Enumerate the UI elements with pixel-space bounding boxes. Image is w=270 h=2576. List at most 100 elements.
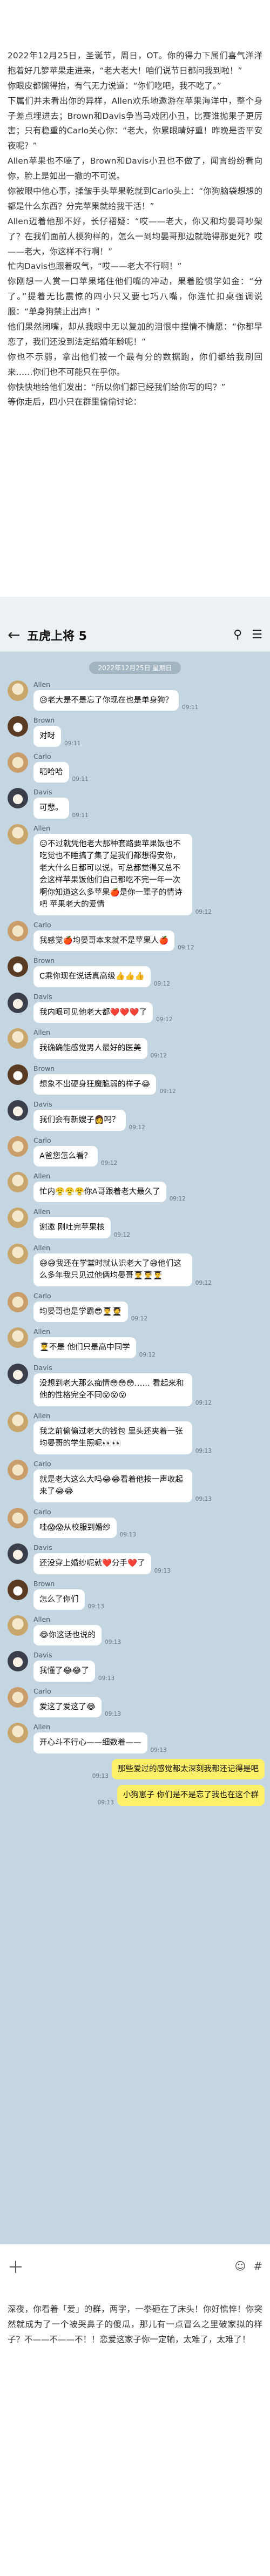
chat-message: Davis 我懂了😂😂了 09:13 (0, 1651, 270, 1682)
chat-message: Davis 我们会有新嫂子👩吗？ 09:12 (0, 1100, 270, 1131)
sender-name: Davis (33, 788, 52, 797)
message-list[interactable]: 2022年12月25日 星期日 Allen 😥老大是不是忘了你现在也是单身狗？ 09… (0, 652, 270, 2240)
emoji-icon[interactable]: ☺ (234, 2260, 246, 2272)
chat-message: Allen 😅😅我还在学堂时就认识老大了😅他们这么多年我只见过他俩均晏哥👨‍🎓👨‍… (0, 1243, 270, 1286)
message-bubble[interactable]: 😂你这话也说的 (33, 1625, 102, 1646)
story-paragraph: 你刚想一人赏一口苹果堵住他们嘴的冲动，果着脸惯学如金：“分了。”提着无比震惊的四… (8, 277, 262, 317)
message-body: Allen 开心斗不行心——细数着—— 09:13 (33, 1723, 167, 1754)
message-time: 09:12 (100, 1159, 118, 1166)
message-bubble[interactable]: 😥老大是不是忘了你现在也是单身狗？ (33, 690, 179, 711)
message-bubble[interactable]: 就是老大这么大吗😂😂看着他按一声收起来了😂😂 (33, 1469, 192, 1502)
search-icon[interactable]: ⚲ (233, 628, 242, 642)
message-bubble[interactable]: 想象不出硬身狂魔脆弱的样子😂 (33, 1074, 157, 1095)
story-paragraph: Allen迈着他那不好，长仔褶疑：“哎——老大，你又和均晏哥吵架了？在我们面前人… (8, 216, 262, 257)
message-bubble[interactable]: C乘你现在说话真高级👍👍👍 (33, 966, 151, 987)
message-body: Davis 可悲。 09:11 (33, 788, 89, 819)
avatar[interactable] (8, 1243, 28, 1264)
message-bubble[interactable]: 哇😱😱从校服到婚纱 (33, 1517, 117, 1539)
message-row: 👨‍🎓不是 他们只是高中同学 09:12 (33, 1337, 156, 1358)
message-bubble[interactable]: 没想到老大那么痴情😳😳😳…… 看起来和他的性格完全不同😵😵😵 (33, 1373, 192, 1406)
avatar[interactable] (8, 1411, 28, 1432)
avatar[interactable] (8, 956, 28, 977)
message-time: 09:11 (64, 740, 81, 747)
hash-icon[interactable]: # (253, 2260, 262, 2272)
chat-message: Carlo 哇😱😱从校服到婚纱 09:13 (0, 1507, 270, 1539)
avatar[interactable] (8, 1459, 28, 1480)
message-bubble[interactable]: 我内眼可见他老大都❤️❤️❤️了 (33, 1002, 153, 1023)
avatar[interactable] (8, 1723, 28, 1744)
message-time: 09:12 (195, 908, 212, 915)
message-body: Davis 还没穿上婚纱呢就❤️分手❤️了 09:13 (33, 1543, 171, 1574)
message-row: 😅😅我还在学堂时就认识老大了😅他们这么多年我只见过他俩均晏哥👨‍🎓👨‍🎓👨‍🎓 0… (33, 1253, 212, 1286)
message-time: 09:11 (182, 704, 199, 711)
avatar[interactable] (8, 1171, 28, 1192)
avatar[interactable] (8, 1291, 28, 1312)
avatar[interactable] (8, 1687, 28, 1708)
message-bubble[interactable]: 怎么了你们 (33, 1589, 85, 1610)
avatar[interactable] (8, 716, 28, 737)
message-bubble[interactable]: 我之前偷偷过老大的钱包 里头还夹着一张均晏哥的学生照呢👀👀 (33, 1421, 192, 1454)
message-bubble[interactable]: 我懂了😂😂了 (33, 1661, 95, 1682)
avatar[interactable] (8, 920, 28, 941)
message-body: Carlo 爱这了爱这了😂 09:13 (33, 1687, 121, 1718)
message-row: A爸您怎么看？ 09:12 (33, 1145, 118, 1166)
avatar[interactable] (8, 1507, 28, 1528)
message-bubble[interactable]: 谢邀 刚吐完苹果核 (33, 1217, 111, 1238)
avatar[interactable] (8, 1208, 28, 1229)
avatar[interactable] (8, 1136, 28, 1157)
message-row: 我内眼可见他老大都❤️❤️❤️了 09:12 (33, 1002, 172, 1023)
message-bubble[interactable]: 我们会有新嫂子👩吗？ (33, 1110, 126, 1131)
plus-icon[interactable]: ＋ (8, 2254, 29, 2278)
sender-name: Carlo (33, 1687, 51, 1695)
message-bubble[interactable]: 😑不过就凭他老大那种套路要苹果饭也不吃觉也不睡搞了集了是我们都想得安你，老大什么… (33, 833, 192, 915)
message-body: Allen 我之前偷偷过老大的钱包 里头还夹着一张均晏哥的学生照呢👀👀 09:13 (33, 1412, 212, 1454)
avatar[interactable] (8, 1100, 28, 1121)
avatar[interactable] (8, 1363, 28, 1384)
avatar[interactable] (8, 1615, 28, 1636)
avatar[interactable] (8, 1579, 28, 1600)
message-bubble[interactable]: 😅😅我还在学堂时就认识老大了😅他们这么多年我只见过他俩均晏哥👨‍🎓👨‍🎓👨‍🎓 (33, 1253, 192, 1286)
avatar[interactable] (8, 1651, 28, 1672)
message-bubble[interactable]: 👨‍🎓不是 他们只是高中同学 (33, 1337, 136, 1358)
avatar[interactable] (8, 752, 28, 773)
message-body: Allen 😅😅我还在学堂时就认识老大了😅他们这么多年我只见过他俩均晏哥👨‍🎓👨‍… (33, 1244, 212, 1286)
message-bubble[interactable]: 那些爱过的感觉都太深刻我都还记得是吧 (112, 1758, 265, 1780)
message-bubble[interactable]: A爸您怎么看？ (33, 1145, 98, 1166)
input-bar: ＋ ☺ # (0, 2244, 270, 2287)
avatar[interactable] (8, 824, 28, 845)
message-row: C乘你现在说话真高级👍👍👍 09:12 (33, 966, 170, 987)
avatar[interactable] (8, 788, 28, 809)
sender-name: Davis (33, 1100, 52, 1109)
message-bubble[interactable]: 呃哈哈 (33, 761, 69, 783)
message-time: 09:13 (104, 1639, 122, 1646)
avatar[interactable] (8, 1327, 28, 1348)
avatar[interactable] (8, 1064, 28, 1085)
message-bubble[interactable]: 我感觉🍎均晏哥本来就不是苹果人🍎 (33, 930, 175, 952)
message-bubble[interactable]: 小狗崽子 你们是不是忘了我也在这个群 (117, 1785, 265, 1806)
story-paragraph: 下属们并未看出你的异样，Allen欢乐地邀游在苹果海洋中，整个身子差点埋进去；B… (8, 96, 262, 151)
message-bubble[interactable]: 忙内😤😤😤你A哥跟着老大最久了 (33, 1181, 166, 1203)
sender-name: Brown (33, 1064, 55, 1073)
message-row: 忙内😤😤😤你A哥跟着老大最久了 09:12 (33, 1181, 186, 1203)
message-bubble[interactable]: 开心斗不行心——细数着—— (33, 1732, 147, 1754)
sender-name: Davis (33, 992, 52, 1001)
menu-icon[interactable]: ☰ (252, 628, 262, 642)
message-bubble[interactable]: 爱这了爱这了😂 (33, 1696, 102, 1718)
message-time: 09:12 (195, 1399, 212, 1406)
message-bubble[interactable]: 均晏哥也是学霸😎👨‍🎓🧑‍🎓 (33, 1301, 128, 1323)
back-arrow-icon[interactable]: ← (8, 626, 27, 644)
chat-message: 那些爱过的感觉都太深刻我都还记得是吧 09:13 (0, 1758, 270, 1780)
message-bubble[interactable]: 可悲。 (33, 798, 69, 819)
chat-message: Brown C乘你现在说话真高级👍👍👍 09:12 (0, 956, 270, 987)
message-bubble[interactable]: 还没穿上婚纱呢就❤️分手❤️了 (33, 1553, 151, 1574)
avatar[interactable] (8, 1028, 28, 1049)
chat-message: Allen 开心斗不行心——细数着—— 09:13 (0, 1723, 270, 1754)
avatar[interactable] (8, 992, 28, 1013)
avatar[interactable] (8, 680, 28, 701)
message-bubble[interactable]: 对呀 (33, 726, 61, 747)
avatar[interactable] (8, 1543, 28, 1565)
message-input[interactable] (29, 2255, 227, 2277)
message-time: 09:12 (169, 1196, 186, 1203)
chat-message: Brown 怎么了你们 09:13 (0, 1579, 270, 1610)
message-bubble[interactable]: 我确确能感觉男人最好的医美 (33, 1038, 147, 1059)
